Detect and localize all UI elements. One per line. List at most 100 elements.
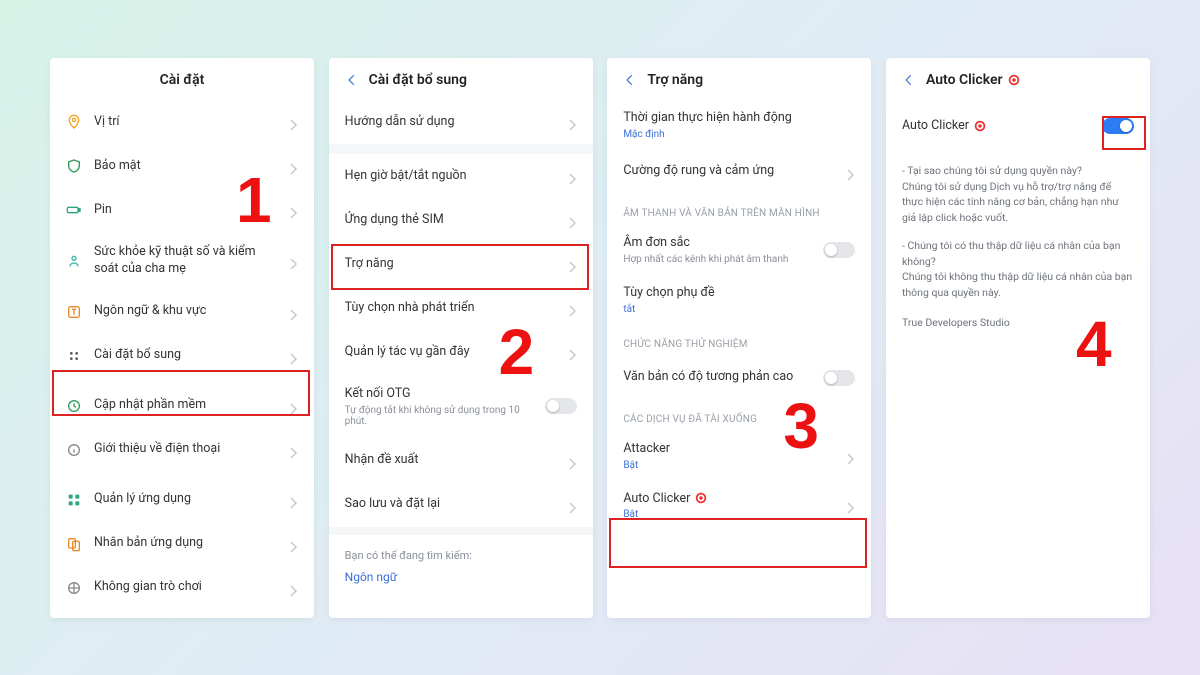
panel-auto-clicker: Auto Clicker Auto Clicker - Tại sao chún…	[886, 58, 1150, 618]
search-link-language[interactable]: Ngôn ngữ	[329, 570, 593, 594]
toggle-otg[interactable]	[545, 398, 577, 414]
row-label: Sao lưu và đặt lại	[345, 496, 557, 513]
row-auto-clicker[interactable]: Auto Clicker Bật	[607, 481, 871, 531]
toggle-mono-audio[interactable]	[823, 242, 855, 258]
row-label: Hẹn giờ bật/tắt nguồn	[345, 168, 557, 185]
row-label: Ngôn ngữ & khu vực	[94, 303, 278, 320]
chevron-right-icon	[290, 204, 298, 216]
row-language[interactable]: Ngôn ngữ & khu vực	[50, 290, 314, 334]
row-caption-prefs[interactable]: Tùy chọn phụ đề tắt	[607, 275, 871, 325]
chevron-right-icon	[290, 400, 298, 412]
toggle-auto-clicker[interactable]	[1102, 118, 1134, 134]
header: Cài đặt	[50, 58, 314, 100]
section-audio-text: ÂM THANH VÀ VĂN BẢN TRÊN MÀN HÌNH	[607, 194, 871, 225]
chevron-right-icon	[847, 450, 855, 462]
row-developer-options[interactable]: Tùy chọn nhà phát triển	[329, 286, 593, 330]
header-title: Cài đặt	[160, 72, 205, 88]
row-label: Pin	[94, 202, 278, 219]
row-sublabel: Mặc định	[623, 129, 855, 140]
chevron-right-icon	[569, 499, 577, 511]
chevron-right-icon	[569, 170, 577, 182]
row-label: Trợ năng	[345, 256, 557, 273]
back-icon[interactable]	[902, 73, 916, 87]
target-icon	[973, 119, 987, 133]
row-label: Nhân bản ứng dụng	[94, 535, 278, 552]
row-security[interactable]: Bảo mật	[50, 144, 314, 188]
toggle-high-contrast[interactable]	[823, 370, 855, 386]
row-label: Kết nối OTG	[345, 386, 533, 403]
row-digital-wellbeing[interactable]: Sức khỏe kỹ thuật số và kiểm soát của ch…	[50, 232, 314, 290]
row-sublabel: Bật	[623, 509, 835, 520]
row-action-time[interactable]: Thời gian thực hiện hành động Mặc định	[607, 100, 871, 150]
back-icon[interactable]	[345, 73, 359, 87]
chevron-right-icon	[569, 302, 577, 314]
row-app-management[interactable]: Quản lý ứng dụng	[50, 478, 314, 522]
chevron-right-icon	[290, 538, 298, 550]
row-label: Không gian trò chơi	[94, 579, 278, 596]
row-label: Vị trí	[94, 114, 278, 131]
row-label: Cường độ rung và cảm ứng	[623, 163, 835, 180]
back-icon[interactable]	[623, 73, 637, 87]
row-sublabel: Bật	[623, 460, 835, 471]
chevron-right-icon	[569, 214, 577, 226]
row-label: Hướng dẫn sử dụng	[345, 114, 557, 131]
row-backup-reset[interactable]: Sao lưu và đặt lại	[329, 483, 593, 527]
header: Cài đặt bổ sung	[329, 58, 593, 100]
language-icon	[66, 304, 82, 320]
row-label: Quản lý ứng dụng	[94, 491, 278, 508]
row-label: Âm đơn sắc	[623, 235, 811, 252]
info-text-privacy: - Chúng tôi có thu thập dữ liệu cá nhân …	[886, 238, 1150, 301]
row-label: Thời gian thực hiện hành động	[623, 110, 855, 127]
info-text-why: - Tại sao chúng tôi sử dụng quyền này? C…	[886, 163, 1150, 226]
row-about-phone[interactable]: Giới thiệu về điện thoại	[50, 428, 314, 472]
chevron-right-icon	[569, 258, 577, 270]
row-sublabel: Tự động tắt khi không sử dụng trong 10 p…	[345, 405, 533, 427]
row-auto-clicker-toggle[interactable]: Auto Clicker	[886, 100, 1150, 153]
row-vibration[interactable]: Cường độ rung và cảm ứng	[607, 150, 871, 194]
row-power-schedule[interactable]: Hẹn giờ bật/tắt nguồn	[329, 154, 593, 198]
row-label: Cập nhật phần mềm	[94, 397, 278, 414]
row-high-contrast-text[interactable]: Văn bản có độ tương phản cao	[607, 356, 871, 400]
row-software-update[interactable]: Cập nhật phần mềm	[50, 384, 314, 428]
panel-settings: Cài đặt Vị trí Bảo mật Pin Sức khỏe kỹ t…	[50, 58, 314, 618]
chevron-right-icon	[290, 160, 298, 172]
chevron-right-icon	[290, 582, 298, 594]
row-label: Auto Clicker	[623, 491, 835, 508]
row-mono-audio[interactable]: Âm đơn sắc Hợp nhất các kênh khi phát âm…	[607, 225, 871, 275]
row-additional-settings[interactable]: Cài đặt bổ sung	[50, 334, 314, 378]
row-label-text: Auto Clicker	[623, 491, 690, 506]
row-label: Quản lý tác vụ gần đây	[345, 344, 557, 361]
row-suggestions[interactable]: Nhận đề xuất	[329, 439, 593, 483]
row-label: Tùy chọn nhà phát triển	[345, 300, 557, 317]
chevron-right-icon	[290, 116, 298, 128]
row-label: Nhận đề xuất	[345, 452, 557, 469]
chevron-right-icon	[569, 346, 577, 358]
row-accessibility[interactable]: Trợ năng	[329, 242, 593, 286]
row-user-guide[interactable]: Hướng dẫn sử dụng	[329, 100, 593, 144]
accessibility-list: Thời gian thực hiện hành động Mặc định C…	[607, 100, 871, 618]
more-icon	[66, 348, 82, 364]
row-battery[interactable]: Pin	[50, 188, 314, 232]
row-recent-tasks[interactable]: Quản lý tác vụ gần đây	[329, 330, 593, 374]
section-experimental: CHỨC NĂNG THỬ NGHIỆM	[607, 325, 871, 356]
chevron-right-icon	[847, 499, 855, 511]
battery-icon	[66, 202, 82, 218]
row-label: Văn bản có độ tương phản cao	[623, 369, 811, 386]
header-title: Cài đặt bổ sung	[369, 72, 467, 88]
search-hint: Bạn có thể đang tìm kiếm:	[329, 527, 593, 570]
clone-icon	[66, 536, 82, 552]
apps-icon	[66, 492, 82, 508]
row-label: Auto Clicker	[902, 118, 1090, 135]
chevron-right-icon	[290, 494, 298, 506]
row-attacker[interactable]: Attacker Bật	[607, 431, 871, 481]
row-game-space[interactable]: Không gian trò chơi	[50, 566, 314, 610]
settings-list: Vị trí Bảo mật Pin Sức khỏe kỹ thuật số …	[50, 100, 314, 618]
row-label: Ứng dụng thẻ SIM	[345, 212, 557, 229]
row-sim-toolkit[interactable]: Ứng dụng thẻ SIM	[329, 198, 593, 242]
wellbeing-icon	[66, 253, 82, 269]
row-otg[interactable]: Kết nối OTG Tự động tắt khi không sử dụn…	[329, 374, 593, 439]
row-location[interactable]: Vị trí	[50, 100, 314, 144]
target-icon	[1007, 73, 1021, 87]
row-app-clone[interactable]: Nhân bản ứng dụng	[50, 522, 314, 566]
location-icon	[66, 114, 82, 130]
